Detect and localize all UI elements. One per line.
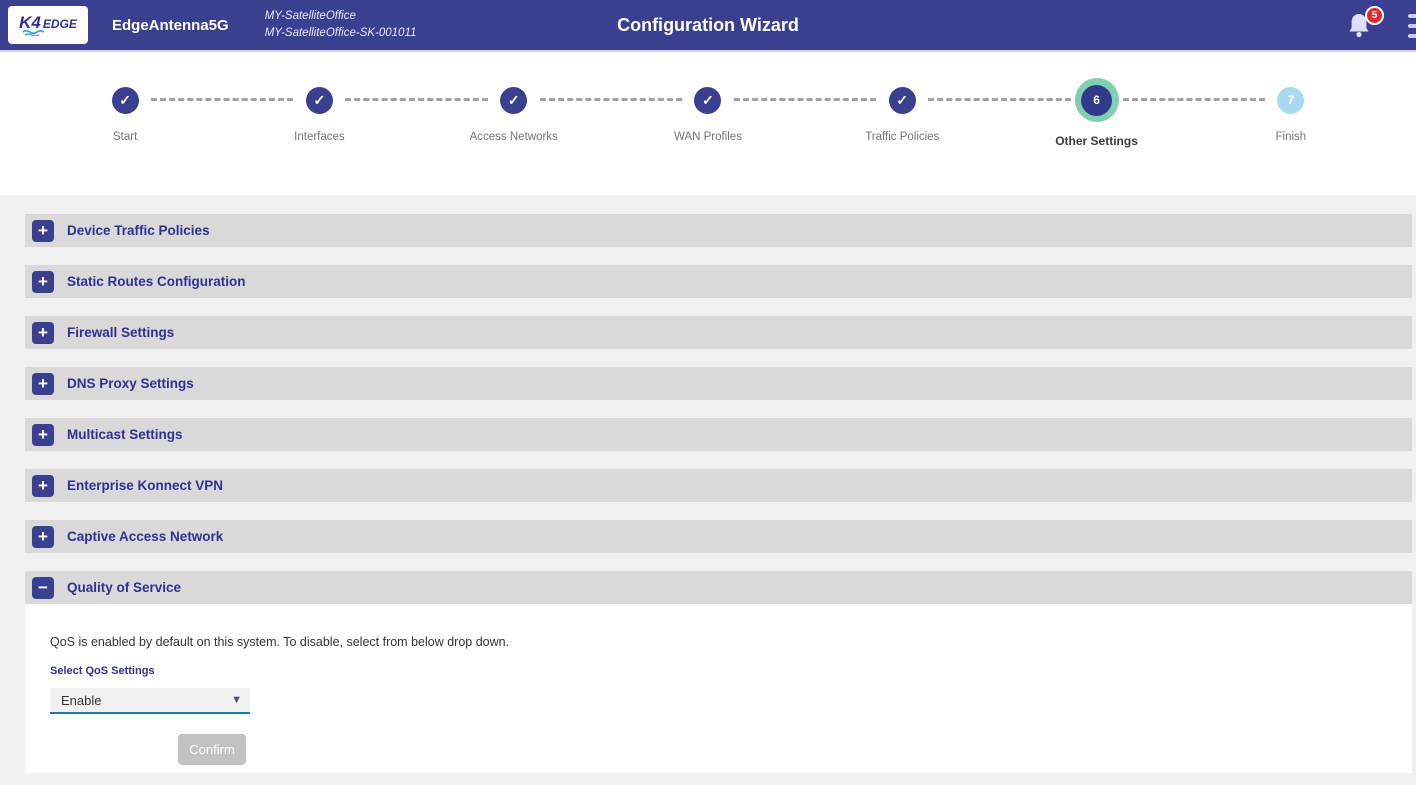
qos-description: QoS is enabled by default on this system…	[50, 635, 1412, 649]
step-label: Start	[113, 131, 137, 143]
accordion-title: Firewall Settings	[67, 325, 174, 340]
expand-icon[interactable]: +	[32, 373, 54, 395]
step-start[interactable]: ✓ Start	[28, 78, 222, 148]
device-info: MY-SatelliteOffice MY-SatelliteOffice-SK…	[265, 8, 417, 43]
qos-settings-dropdown[interactable]: Enable ▼	[50, 688, 250, 714]
step-label: Interfaces	[294, 131, 345, 143]
expand-icon[interactable]: +	[32, 322, 54, 344]
step-label: WAN Profiles	[674, 131, 742, 143]
step-access-networks[interactable]: ✓ Access Networks	[417, 78, 611, 148]
accordion-title: DNS Proxy Settings	[67, 376, 194, 391]
device-serial: MY-SatelliteOffice-SK-001011	[265, 25, 417, 42]
expand-icon[interactable]: +	[32, 475, 54, 497]
accordion-dns-proxy-settings[interactable]: + DNS Proxy Settings	[25, 367, 1412, 400]
step-number: 7	[1277, 87, 1304, 114]
product-name: EdgeAntenna5G	[112, 17, 229, 34]
confirm-button[interactable]: Confirm	[178, 734, 246, 765]
step-label: Traffic Policies	[865, 131, 939, 143]
active-step-ring: 6	[1075, 78, 1119, 122]
step-traffic-policies[interactable]: ✓ Traffic Policies	[805, 78, 999, 148]
step-check-icon: ✓	[500, 87, 527, 114]
qos-select-label: Select QoS Settings	[50, 665, 1412, 677]
settings-accordion-list: + Device Traffic Policies + Static Route…	[0, 195, 1416, 773]
step-label: Access Networks	[470, 131, 558, 143]
wizard-stepper: ✓ Start ✓ Interfaces ✓ Access Networks ✓…	[28, 78, 1388, 148]
accordion-title: Quality of Service	[67, 580, 181, 595]
top-header: K4 EDGE EdgeAntenna5G MY-SatelliteOffice…	[0, 0, 1416, 52]
step-label: Other Settings	[1055, 134, 1138, 148]
step-check-icon: ✓	[306, 87, 333, 114]
accordion-captive-access-network[interactable]: + Captive Access Network	[25, 520, 1412, 553]
step-check-icon: ✓	[694, 87, 721, 114]
hamburger-menu-icon[interactable]	[1408, 14, 1416, 38]
step-other-settings[interactable]: 6 Other Settings	[999, 78, 1193, 148]
accordion-enterprise-konnect-vpn[interactable]: + Enterprise Konnect VPN	[25, 469, 1412, 502]
step-wan-profiles[interactable]: ✓ WAN Profiles	[611, 78, 805, 148]
accordion-title: Static Routes Configuration	[67, 274, 246, 289]
notifications-button[interactable]: 5	[1346, 10, 1374, 44]
step-finish[interactable]: 7 Finish	[1194, 78, 1388, 148]
device-name: MY-SatelliteOffice	[265, 8, 417, 25]
accordion-firewall-settings[interactable]: + Firewall Settings	[25, 316, 1412, 349]
step-interfaces[interactable]: ✓ Interfaces	[222, 78, 416, 148]
chevron-down-icon: ▼	[231, 694, 242, 706]
expand-icon[interactable]: +	[32, 526, 54, 548]
step-check-icon: ✓	[112, 87, 139, 114]
step-check-icon: ✓	[889, 87, 916, 114]
accordion-title: Multicast Settings	[67, 427, 183, 442]
expand-icon[interactable]: +	[32, 271, 54, 293]
qos-panel: QoS is enabled by default on this system…	[25, 604, 1412, 773]
accordion-device-traffic-policies[interactable]: + Device Traffic Policies	[25, 214, 1412, 247]
brand-logo: K4 EDGE	[8, 6, 88, 44]
expand-icon[interactable]: +	[32, 220, 54, 242]
accordion-title: Captive Access Network	[67, 529, 223, 544]
accordion-title: Enterprise Konnect VPN	[67, 478, 223, 493]
step-number: 6	[1081, 85, 1112, 116]
accordion-title: Device Traffic Policies	[67, 223, 210, 238]
accordion-static-routes[interactable]: + Static Routes Configuration	[25, 265, 1412, 298]
qos-dropdown-value: Enable	[61, 693, 231, 708]
accordion-multicast-settings[interactable]: + Multicast Settings	[25, 418, 1412, 451]
collapse-icon[interactable]: −	[32, 577, 54, 599]
wizard-stepper-band: ✓ Start ✓ Interfaces ✓ Access Networks ✓…	[0, 52, 1416, 195]
step-label: Finish	[1275, 131, 1306, 143]
notification-badge: 5	[1365, 6, 1384, 25]
expand-icon[interactable]: +	[32, 424, 54, 446]
logo-wave-icon	[22, 29, 48, 36]
accordion-quality-of-service[interactable]: − Quality of Service	[25, 571, 1412, 604]
